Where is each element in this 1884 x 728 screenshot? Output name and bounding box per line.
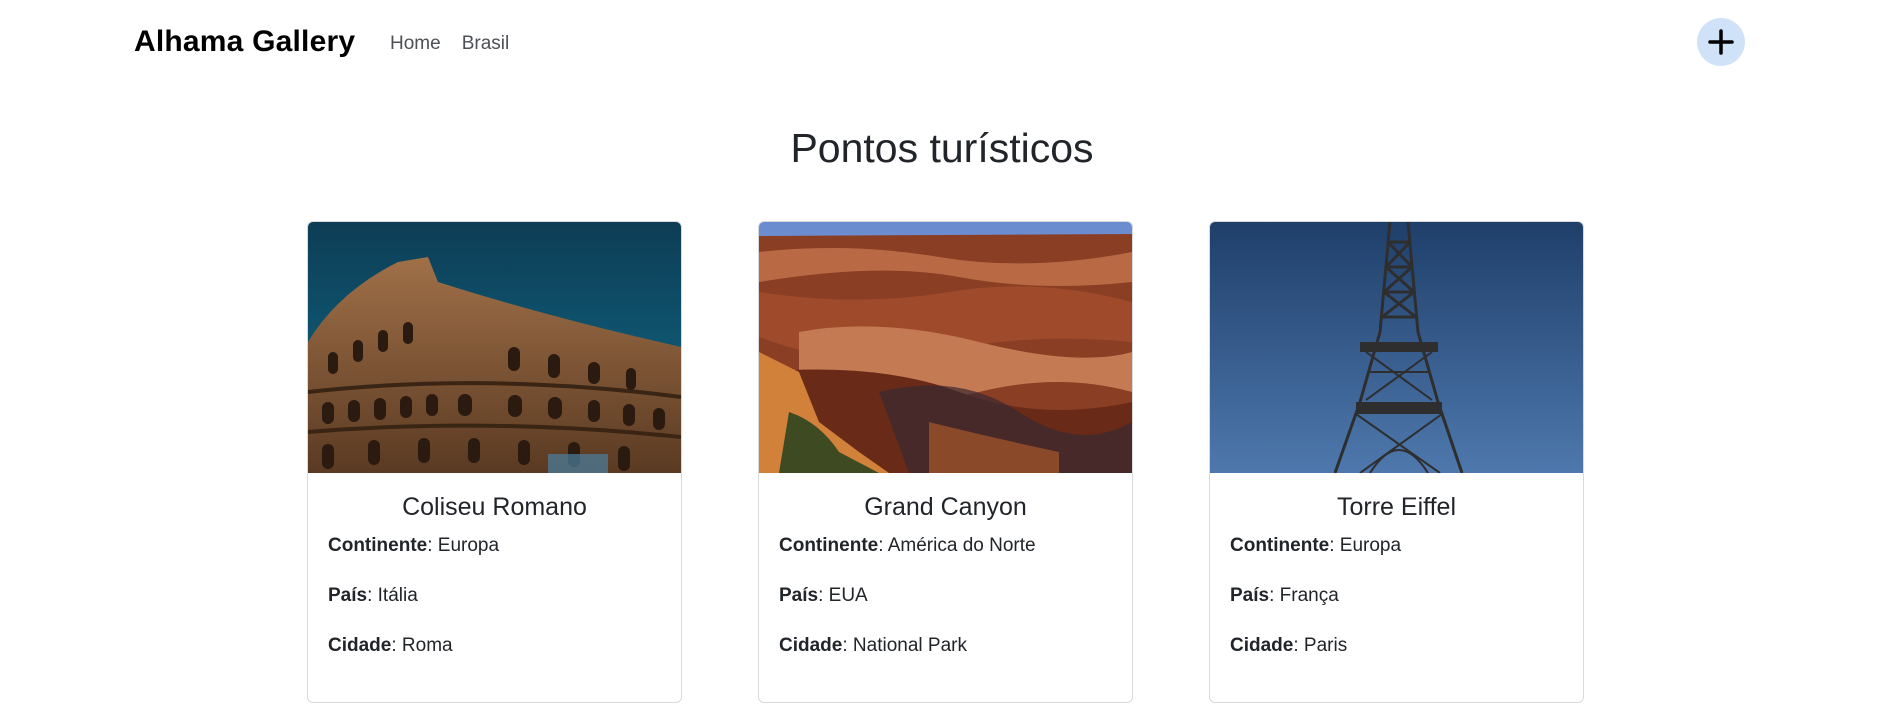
city-value: Roma <box>401 635 453 656</box>
separator: : <box>1329 535 1340 556</box>
brand-logo[interactable]: Alhama Gallery <box>134 25 355 59</box>
country-value: EUA <box>828 585 868 606</box>
city-value: Paris <box>1303 635 1348 656</box>
card-title: Grand Canyon <box>864 493 1027 521</box>
card-body: Grand Canyon Continente: América do Nort… <box>759 473 1132 684</box>
continent-label: Continente <box>779 535 879 556</box>
card-title: Torre Eiffel <box>1336 493 1457 521</box>
country-value: Itália <box>377 585 418 606</box>
card-body: Coliseu Romano Continente: Europa País: … <box>308 473 681 684</box>
separator: : <box>842 635 853 656</box>
continent-value: Europa <box>1339 535 1402 556</box>
separator: : <box>1293 635 1304 656</box>
page-title: Pontos turísticos <box>790 125 1094 171</box>
continent-label: Continente <box>1230 535 1330 556</box>
eiffel-tower-photo <box>1210 222 1583 473</box>
continent-row: Continente: Europa <box>328 534 661 584</box>
country-label: País <box>1230 585 1270 606</box>
card-torre-eiffel[interactable]: Torre Eiffel Continente: Europa País: Fr… <box>1209 221 1584 703</box>
separator: : <box>391 635 402 656</box>
continent-row: Continente: Europa <box>1230 534 1563 584</box>
city-label: Cidade <box>1230 635 1294 656</box>
city-row: Cidade: Roma <box>328 634 661 684</box>
cards-grid: Coliseu Romano Continente: Europa País: … <box>307 221 1584 703</box>
country-row: País: EUA <box>779 584 1112 634</box>
card-title: Coliseu Romano <box>402 493 587 521</box>
nav-link-home[interactable]: Home <box>390 33 441 55</box>
card-grand-canyon[interactable]: Grand Canyon Continente: América do Nort… <box>758 221 1133 703</box>
country-label: País <box>328 585 368 606</box>
country-label: País <box>779 585 819 606</box>
navbar: Alhama Gallery Home Brasil <box>0 0 1884 88</box>
separator: : <box>1269 585 1280 606</box>
country-row: País: França <box>1230 584 1563 634</box>
grand-canyon-photo <box>759 222 1132 473</box>
nav-links: Home Brasil <box>390 33 509 55</box>
add-button[interactable] <box>1697 18 1745 66</box>
continent-row: Continente: América do Norte <box>779 534 1112 584</box>
city-row: Cidade: National Park <box>779 634 1112 684</box>
card-coliseu[interactable]: Coliseu Romano Continente: Europa País: … <box>307 221 682 703</box>
city-label: Cidade <box>779 635 843 656</box>
plus-icon <box>1708 29 1734 55</box>
city-row: Cidade: Paris <box>1230 634 1563 684</box>
continent-value: Europa <box>437 535 500 556</box>
nav-link-brasil[interactable]: Brasil <box>462 33 510 55</box>
card-body: Torre Eiffel Continente: Europa País: Fr… <box>1210 473 1583 684</box>
separator: : <box>367 585 378 606</box>
country-row: País: Itália <box>328 584 661 634</box>
city-value: National Park <box>852 635 967 656</box>
colosseum-photo <box>308 222 681 473</box>
separator: : <box>818 585 829 606</box>
city-label: Cidade <box>328 635 392 656</box>
continent-label: Continente <box>328 535 428 556</box>
separator: : <box>427 535 438 556</box>
continent-value: América do Norte <box>887 535 1036 556</box>
country-value: França <box>1279 585 1339 606</box>
separator: : <box>878 535 888 556</box>
